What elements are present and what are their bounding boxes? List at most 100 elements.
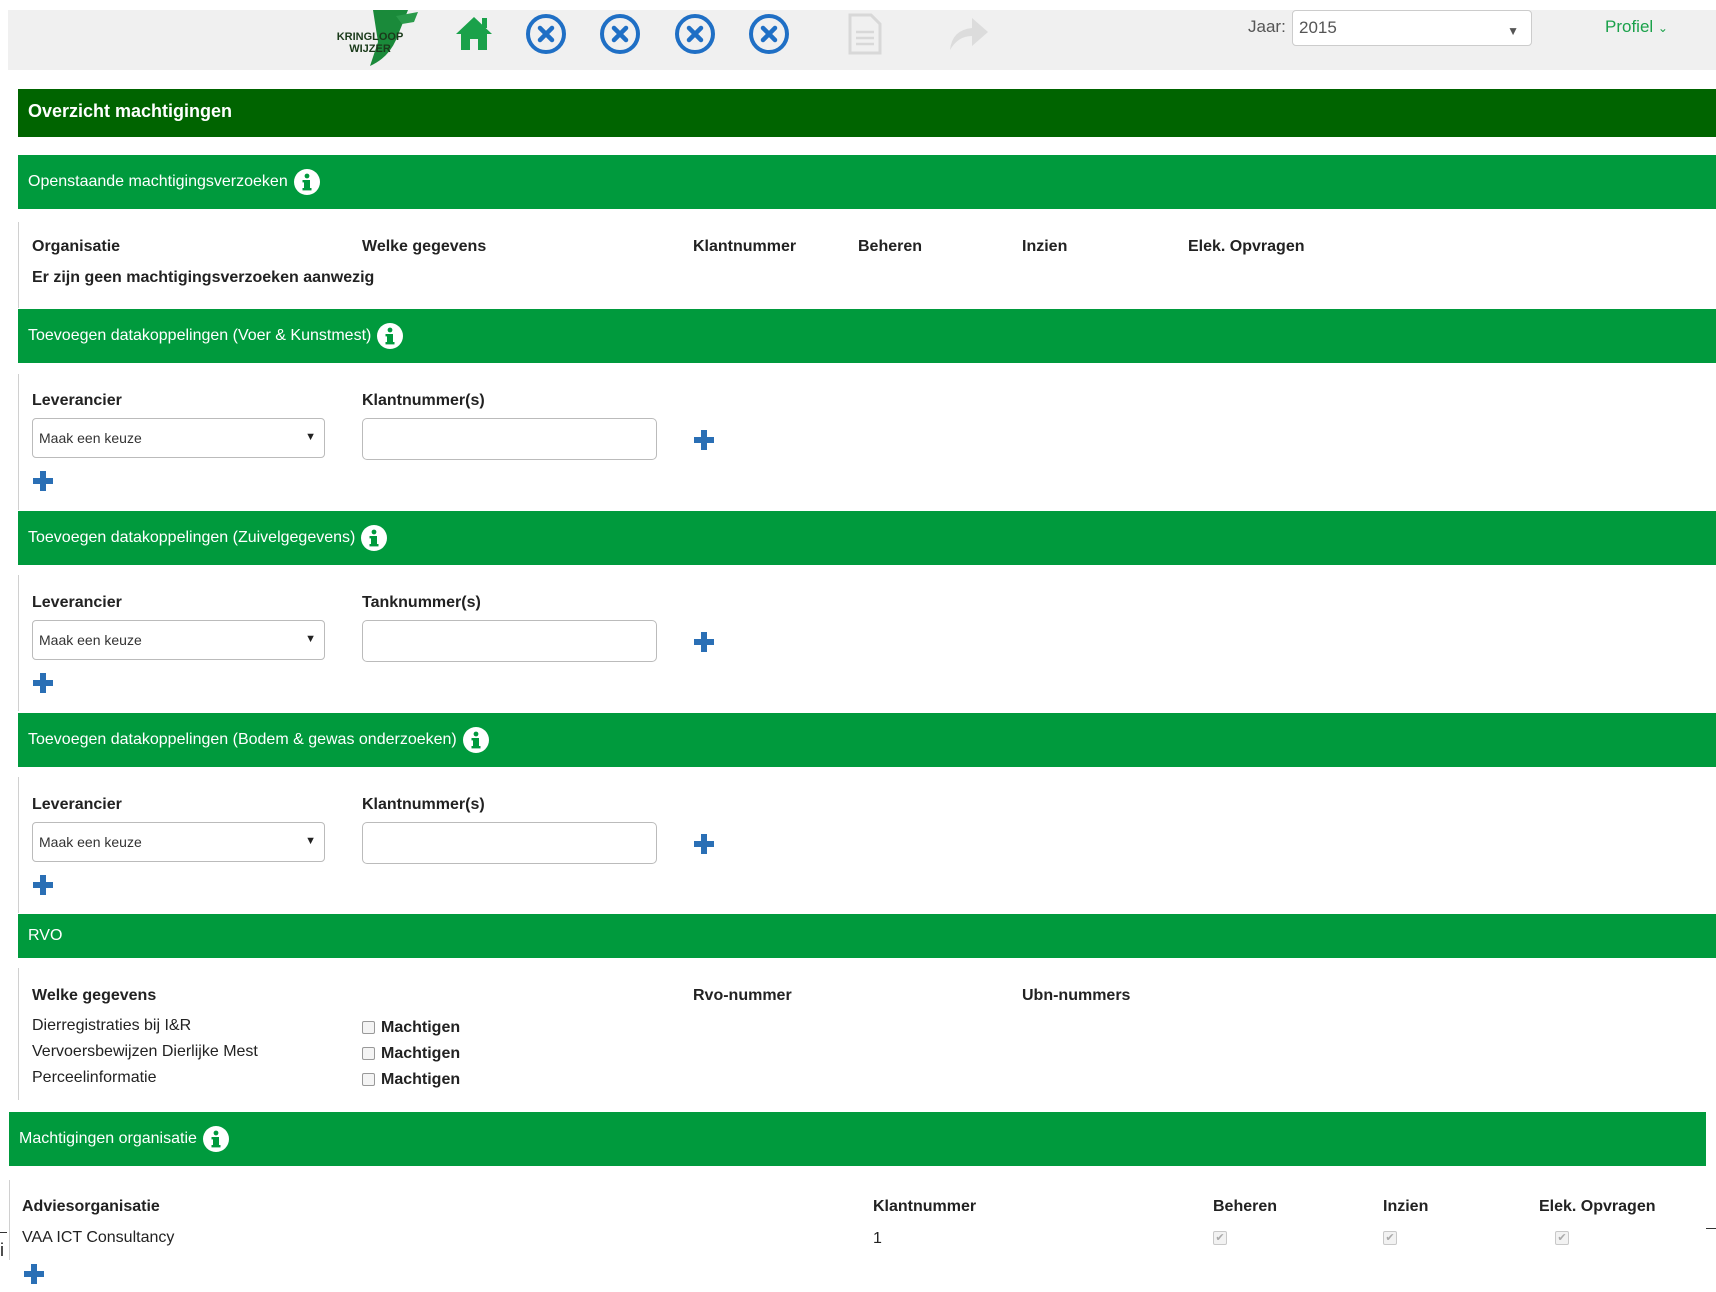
col-klantnummer: Klantnummer <box>693 238 797 255</box>
edge-artifact <box>1706 1228 1716 1229</box>
beheren-checkbox: ✔ <box>1213 1231 1227 1245</box>
jaar-value: 2015 <box>1299 18 1337 37</box>
bodem-header: Toevoegen datakoppelingen (Bodem & gewas… <box>18 713 1716 767</box>
document-icon[interactable] <box>843 12 887 56</box>
section-title: RVO <box>28 927 63 944</box>
col-ubn-nummers: Ubn-nummers <box>1022 987 1131 1004</box>
machtigen-checkbox[interactable]: Machtigen <box>362 1019 460 1037</box>
info-icon[interactable] <box>360 524 388 552</box>
logo-text-2: WIJZER <box>349 43 391 55</box>
add-leverancier-icon[interactable] <box>31 671 55 695</box>
select-value: Maak een keuze <box>39 834 142 850</box>
inzien-checkbox: ✔ <box>1383 1231 1397 1245</box>
section-title: Machtigingen organisatie <box>19 1130 197 1147</box>
caret-down-icon: ▼ <box>305 835 316 847</box>
caret-down-icon: ▼ <box>305 633 316 645</box>
organisatie-header: Machtigingen organisatie <box>9 1112 1706 1166</box>
leverancier-select[interactable]: Maak een keuze ▼ <box>32 620 325 660</box>
col-klantnummer: Klantnummer <box>873 1198 977 1215</box>
caret-down-icon: ▼ <box>305 431 316 443</box>
checkbox[interactable] <box>362 1073 375 1087</box>
col-beheren: Beheren <box>1213 1198 1278 1215</box>
panel-border <box>18 222 19 308</box>
edge-artifact <box>0 1232 7 1233</box>
error-circle-icon[interactable] <box>747 12 791 56</box>
rvo-header: RVO <box>18 914 1716 958</box>
label-klantnummers: Klantnummer(s) <box>362 392 485 409</box>
page-title: Overzicht machtigingen <box>18 89 1716 137</box>
col-elek-opvragen: Elek. Opvragen <box>1188 238 1305 255</box>
checkbox-label: Machtigen <box>381 1045 461 1062</box>
col-welke-gegevens: Welke gegevens <box>362 238 487 255</box>
error-circle-icon[interactable] <box>673 12 717 56</box>
chevron-down-icon: ⌄ <box>1657 21 1668 35</box>
kringloopwijzer-logo[interactable]: KRINGLOOP WIJZER <box>318 10 436 66</box>
checkbox[interactable] <box>362 1021 375 1035</box>
tanknummer-input[interactable] <box>362 620 657 662</box>
info-icon[interactable] <box>293 168 321 196</box>
organisatie-klantnummer: 1 <box>873 1230 882 1247</box>
panel-border <box>18 575 19 711</box>
klantnummer-input[interactable] <box>362 418 657 460</box>
label-klantnummers: Klantnummer(s) <box>362 796 485 813</box>
add-klantnummer-icon[interactable] <box>692 832 716 856</box>
label-leverancier: Leverancier <box>32 392 122 409</box>
logo-text-1: KRINGLOOP <box>337 31 404 43</box>
leverancier-select[interactable]: Maak een keuze ▼ <box>32 822 325 862</box>
error-circle-icon[interactable] <box>598 12 642 56</box>
checkbox-label: Machtigen <box>381 1071 461 1088</box>
machtigen-checkbox[interactable]: Machtigen <box>362 1045 460 1063</box>
rvo-row-label: Dierregistraties bij I&R <box>32 1017 192 1034</box>
label-leverancier: Leverancier <box>32 796 122 813</box>
section-title: Openstaande machtigingsverzoeken <box>28 173 288 190</box>
empty-message: Er zijn geen machtigingsverzoeken aanwez… <box>32 269 375 286</box>
col-adviesorganisatie: Adviesorganisatie <box>22 1198 160 1215</box>
add-leverancier-icon[interactable] <box>31 469 55 493</box>
share-arrow-icon[interactable] <box>946 12 990 56</box>
klantnummer-input[interactable] <box>362 822 657 864</box>
select-value: Maak een keuze <box>39 430 142 446</box>
add-tanknummer-icon[interactable] <box>692 630 716 654</box>
organisatie-name: VAA ICT Consultancy <box>22 1229 175 1246</box>
info-icon[interactable] <box>202 1125 230 1153</box>
col-inzien: Inzien <box>1022 238 1068 255</box>
label-tanknummers: Tanknummer(s) <box>362 594 481 611</box>
profiel-menu[interactable]: Profiel ⌄ <box>1605 17 1668 37</box>
panel-border <box>18 374 19 510</box>
leverancier-select[interactable]: Maak een keuze ▼ <box>32 418 325 458</box>
panel-border <box>18 777 19 913</box>
section-title: Toevoegen datakoppelingen (Zuivelgegeven… <box>28 529 356 546</box>
openstaand-header: Openstaande machtigingsverzoeken <box>18 155 1716 209</box>
error-circle-icon[interactable] <box>524 12 568 56</box>
home-icon[interactable] <box>452 12 496 56</box>
col-beheren: Beheren <box>858 238 923 255</box>
profiel-label: Profiel <box>1605 17 1654 36</box>
col-rvo-nummer: Rvo-nummer <box>693 987 792 1004</box>
col-inzien: Inzien <box>1383 1198 1429 1215</box>
edge-artifact-text: i <box>0 1240 4 1260</box>
add-klantnummer-icon[interactable] <box>692 428 716 452</box>
jaar-label: Jaar: <box>1248 17 1286 36</box>
label-leverancier: Leverancier <box>32 594 122 611</box>
col-welke-gegevens: Welke gegevens <box>32 987 157 1004</box>
select-value: Maak een keuze <box>39 632 142 648</box>
col-elek-opvragen: Elek. Opvragen <box>1539 1198 1656 1215</box>
panel-border <box>18 968 19 1100</box>
jaar-select[interactable]: 2015 ▼ <box>1292 10 1532 46</box>
elek-opvragen-checkbox: ✔ <box>1555 1231 1569 1245</box>
machtigen-checkbox[interactable]: Machtigen <box>362 1071 460 1089</box>
caret-down-icon: ▼ <box>1507 24 1519 38</box>
rvo-row-label: Vervoersbewijzen Dierlijke Mest <box>32 1043 258 1060</box>
zuivel-header: Toevoegen datakoppelingen (Zuivelgegeven… <box>18 511 1716 565</box>
add-organisatie-icon[interactable] <box>22 1262 46 1286</box>
col-organisatie: Organisatie <box>32 238 121 255</box>
checkbox[interactable] <box>362 1047 375 1061</box>
info-icon[interactable] <box>376 322 404 350</box>
voer-header: Toevoegen datakoppelingen (Voer & Kunstm… <box>18 309 1716 363</box>
add-leverancier-icon[interactable] <box>31 873 55 897</box>
section-title: Toevoegen datakoppelingen (Voer & Kunstm… <box>28 327 372 344</box>
rvo-row-label: Perceelinformatie <box>32 1069 157 1086</box>
section-title: Toevoegen datakoppelingen (Bodem & gewas… <box>28 731 457 748</box>
info-icon[interactable] <box>462 726 490 754</box>
panel-border <box>9 1180 10 1260</box>
